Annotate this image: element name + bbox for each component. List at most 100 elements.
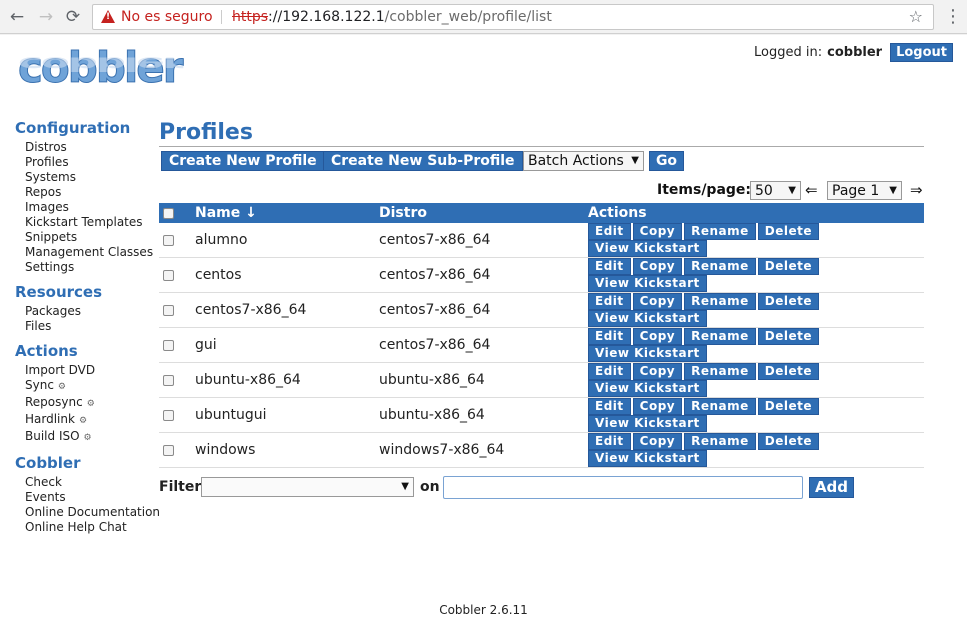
edit-button[interactable]: Edit: [588, 223, 631, 240]
create-new-profile-button[interactable]: Create New Profile: [161, 151, 325, 171]
sidebar-item-systems[interactable]: Systems: [25, 170, 165, 185]
sidebar-item-reposync[interactable]: Reposync ⚙: [25, 395, 165, 412]
cobbler-logo[interactable]: cobbler cobbler: [18, 43, 193, 105]
select-all-cell: [159, 203, 195, 223]
sidebar-item-online-help-chat[interactable]: Online Help Chat: [25, 520, 165, 535]
sidebar-item-online-documentation[interactable]: Online Documentation: [25, 505, 165, 520]
browser-menu-icon[interactable]: ⋮: [944, 6, 962, 28]
copy-button[interactable]: Copy: [632, 363, 683, 380]
pagination: Items/page: 50 ▼ ⇐ Page 1 ▼ ⇒: [159, 179, 924, 203]
sidebar-item-build-iso[interactable]: Build ISO ⚙: [25, 429, 165, 446]
sidebar-item-hardlink[interactable]: Hardlink ⚙: [25, 412, 165, 429]
filter-value-input[interactable]: [443, 476, 803, 499]
row-checkbox[interactable]: [163, 409, 174, 421]
row-checkbox[interactable]: [163, 374, 174, 386]
go-button[interactable]: Go: [649, 151, 684, 171]
view-kickstart-button[interactable]: View Kickstart: [588, 450, 707, 467]
sidebar-item-management-classes[interactable]: Management Classes: [25, 245, 165, 260]
view-kickstart-button[interactable]: View Kickstart: [588, 380, 707, 397]
sidebar-item-check[interactable]: Check: [25, 475, 165, 490]
profile-name: gui: [195, 337, 217, 353]
edit-button[interactable]: Edit: [588, 433, 631, 450]
batch-actions-select[interactable]: Batch Actions ▼: [523, 151, 644, 171]
copy-button[interactable]: Copy: [632, 433, 683, 450]
edit-button[interactable]: Edit: [588, 363, 631, 380]
delete-button[interactable]: Delete: [757, 293, 820, 310]
view-kickstart-button[interactable]: View Kickstart: [588, 415, 707, 432]
edit-button[interactable]: Edit: [588, 293, 631, 310]
view-kickstart-button[interactable]: View Kickstart: [588, 310, 707, 327]
row-checkbox[interactable]: [163, 444, 174, 456]
profile-distro: ubuntu-x86_64: [379, 407, 485, 423]
add-filter-button[interactable]: Add: [809, 477, 854, 498]
sidebar-item-packages[interactable]: Packages: [25, 304, 165, 319]
profile-distro: centos7-x86_64: [379, 232, 491, 248]
copy-button[interactable]: Copy: [632, 398, 683, 415]
sidebar-item-import-dvd[interactable]: Import DVD: [25, 363, 165, 378]
rename-button[interactable]: Rename: [684, 363, 756, 380]
rename-button[interactable]: Rename: [684, 328, 756, 345]
forward-arrow-icon[interactable]: →: [35, 6, 57, 28]
delete-button[interactable]: Delete: [757, 363, 820, 380]
url-text[interactable]: https://192.168.122.1/cobbler_web/profil…: [232, 5, 552, 29]
items-per-page-select[interactable]: 50 ▼: [750, 181, 801, 200]
page-select[interactable]: Page 1 ▼: [827, 181, 902, 200]
sidebar-item-sync[interactable]: Sync ⚙: [25, 378, 165, 395]
select-all-checkbox[interactable]: [163, 207, 174, 219]
bookmark-star-icon[interactable]: ☆: [909, 5, 923, 29]
edit-button[interactable]: Edit: [588, 258, 631, 275]
next-page-icon[interactable]: ⇒: [910, 181, 923, 199]
row-checkbox[interactable]: [163, 339, 174, 351]
delete-button[interactable]: Delete: [757, 258, 820, 275]
edit-button[interactable]: Edit: [588, 398, 631, 415]
items-per-page-label: Items/page:: [657, 182, 752, 198]
row-checkbox[interactable]: [163, 269, 174, 281]
chevron-down-icon: ▼: [889, 185, 897, 196]
filter-field-select[interactable]: ▼: [201, 477, 414, 497]
address-bar[interactable]: No es seguro https://192.168.122.1/cobbl…: [92, 4, 934, 30]
view-kickstart-button[interactable]: View Kickstart: [588, 275, 707, 292]
sidebar-item-settings[interactable]: Settings: [25, 260, 165, 275]
reload-icon[interactable]: ⟳: [62, 6, 84, 28]
delete-button[interactable]: Delete: [757, 223, 820, 240]
sidebar-item-label: Kickstart Templates: [25, 215, 143, 229]
sidebar-item-repos[interactable]: Repos: [25, 185, 165, 200]
copy-button[interactable]: Copy: [632, 328, 683, 345]
rename-button[interactable]: Rename: [684, 223, 756, 240]
sidebar-heading: Configuration: [15, 119, 131, 137]
sidebar-item-profiles[interactable]: Profiles: [25, 155, 165, 170]
row-checkbox[interactable]: [163, 304, 174, 316]
security-label[interactable]: No es seguro: [121, 5, 213, 29]
row-checkbox[interactable]: [163, 234, 174, 246]
row-select-cell: [159, 398, 195, 433]
sidebar-item-snippets[interactable]: Snippets: [25, 230, 165, 245]
back-arrow-icon[interactable]: ←: [6, 6, 28, 28]
sidebar-item-files[interactable]: Files: [25, 319, 165, 334]
delete-button[interactable]: Delete: [757, 398, 820, 415]
delete-button[interactable]: Delete: [757, 328, 820, 345]
create-new-subprofile-button[interactable]: Create New Sub-Profile: [323, 151, 523, 171]
rename-button[interactable]: Rename: [684, 398, 756, 415]
previous-page-icon[interactable]: ⇐: [805, 181, 818, 199]
sidebar-item-kickstart-templates[interactable]: Kickstart Templates: [25, 215, 165, 230]
rename-button[interactable]: Rename: [684, 258, 756, 275]
rename-button[interactable]: Rename: [684, 293, 756, 310]
sidebar-item-label: Settings: [25, 260, 75, 274]
sidebar-item-events[interactable]: Events: [25, 490, 165, 505]
delete-button[interactable]: Delete: [757, 433, 820, 450]
view-kickstart-button[interactable]: View Kickstart: [588, 345, 707, 362]
edit-button[interactable]: Edit: [588, 328, 631, 345]
sidebar-item-distros[interactable]: Distros: [25, 140, 165, 155]
row-actions: Edit Copy Rename Delete View Kickstart: [588, 293, 924, 328]
rename-button[interactable]: Rename: [684, 433, 756, 450]
view-kickstart-button[interactable]: View Kickstart: [588, 240, 707, 257]
copy-button[interactable]: Copy: [632, 258, 683, 275]
sidebar-item-label: Systems: [25, 170, 76, 184]
logout-button[interactable]: Logout: [890, 43, 953, 62]
sidebar-item-images[interactable]: Images: [25, 200, 165, 215]
column-name[interactable]: Name ↓: [195, 203, 379, 223]
copy-button[interactable]: Copy: [632, 293, 683, 310]
profile-name: alumno: [195, 232, 248, 248]
sidebar-item-label: Import DVD: [25, 363, 96, 377]
copy-button[interactable]: Copy: [632, 223, 683, 240]
